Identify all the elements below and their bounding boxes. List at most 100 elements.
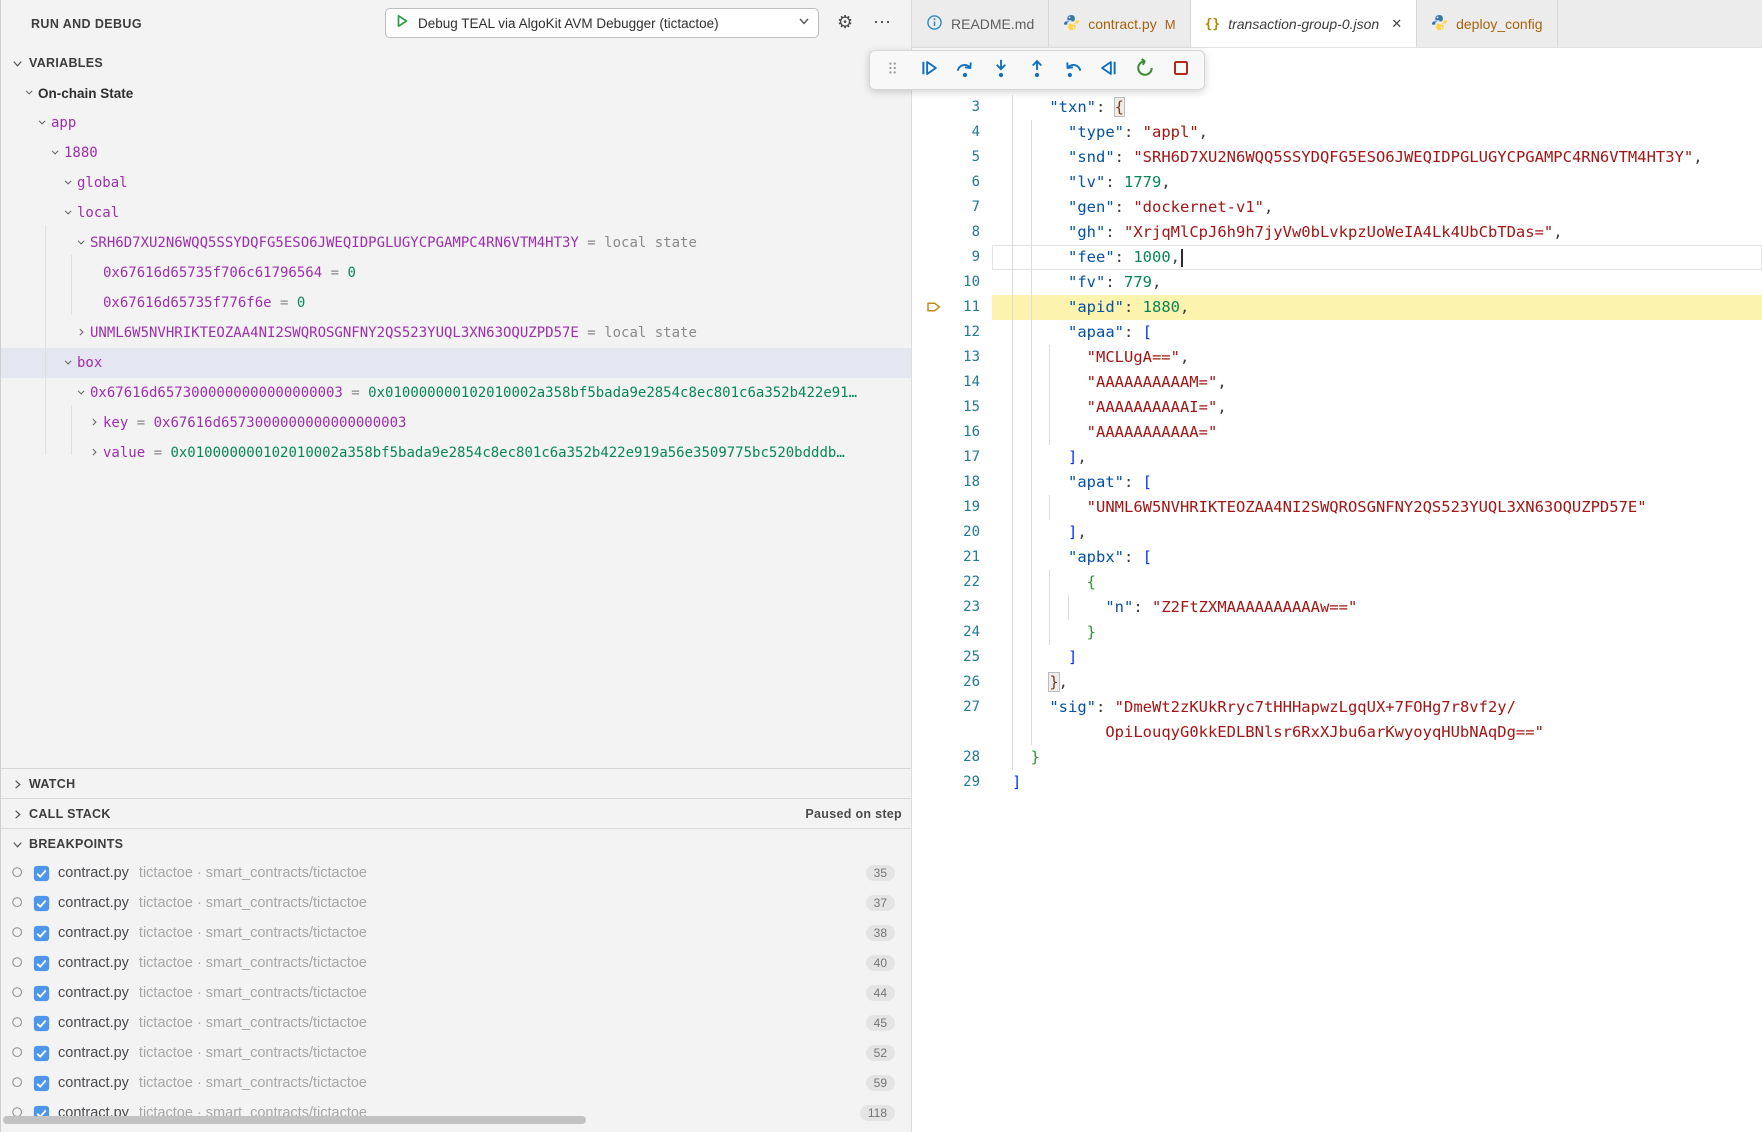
code-token: ] <box>1012 773 1021 791</box>
tree-row-0x67616d6573[interactable]: 0x67616d6573000000000000000003 = 0x01000… <box>1 378 911 408</box>
breakpoint-checkbox[interactable] <box>33 895 50 912</box>
code-line-content[interactable]: ], <box>992 445 1762 470</box>
code-line-content[interactable]: "gen": "dockernet-v1", <box>992 195 1762 220</box>
tree-row-value[interactable]: value = 0x010000000102010002a358bf5bada9… <box>1 438 911 468</box>
tree-row-0x67616d65735f776f6e[interactable]: 0x67616d65735f776f6e = 0 <box>1 288 911 318</box>
chevron-down-icon <box>9 55 25 71</box>
code-line-content[interactable]: "AAAAAAAAAAI=", <box>992 395 1762 420</box>
tree-row-box[interactable]: box <box>1 348 911 378</box>
code-token: : <box>1115 248 1134 266</box>
restart-button[interactable] <box>1134 56 1156 84</box>
tree-row-0x67616d6573[interactable]: 0x67616d65735f706c61796564 = 0 <box>1 258 911 288</box>
breakpoint-checkbox[interactable] <box>33 925 50 942</box>
tree-row-srh6d7xu2n6w[interactable]: SRH6D7XU2N6WQQ5SSYDQFG5ESO6JWEQIDPGLUGYC… <box>1 228 911 258</box>
code-line-content[interactable]: "MCLUgA==", <box>992 345 1762 370</box>
tab-contract-py[interactable]: contract.pyM <box>1049 0 1190 48</box>
breakpoint-checkbox[interactable] <box>33 955 50 972</box>
code-line-content[interactable]: "gh": "XrjqMlCpJ6h9h7jyVw0bLvkpzUoWeIA4L… <box>992 220 1762 245</box>
chevron-down-icon[interactable] <box>61 355 77 371</box>
code-line-content[interactable]: "apbx": [ <box>992 545 1762 570</box>
breakpoint-checkbox[interactable] <box>33 865 50 882</box>
breakpoints-pane-header[interactable]: BREAKPOINTS <box>1 828 911 859</box>
start-debug-icon[interactable] <box>394 13 410 34</box>
reverse-continue-button[interactable] <box>1098 56 1120 84</box>
code-line-content[interactable]: } <box>992 745 1762 770</box>
gear-icon[interactable]: ⚙ <box>837 0 853 48</box>
tree-row-1880[interactable]: 1880 <box>1 138 911 168</box>
code-line-content[interactable]: ] <box>992 645 1762 670</box>
breakpoint-row[interactable]: contract.pytictactoe · smart_contracts/t… <box>1 918 911 948</box>
code-line-content[interactable]: "txn": { <box>992 95 1762 120</box>
code-line-content[interactable]: "UNML6W5NVHRIKTEOZAA4NI2SWQROSGNFNY2QS52… <box>992 495 1762 520</box>
code-line-content[interactable]: ] <box>992 770 1762 795</box>
variables-pane-header[interactable]: VARIABLES <box>1 48 911 78</box>
tree-row-global[interactable]: global <box>1 168 911 198</box>
close-icon[interactable]: ✕ <box>1391 16 1402 32</box>
code-line-content[interactable]: "type": "appl", <box>992 120 1762 145</box>
tab-readme-md[interactable]: README.md <box>912 0 1049 48</box>
breakpoint-row[interactable]: contract.pytictactoe · smart_contracts/t… <box>1 978 911 1008</box>
code-line-content[interactable]: "snd": "SRH6D7XU2N6WQQ5SSYDQFG5ESO6JWEQI… <box>992 145 1762 170</box>
code-line-content[interactable]: "lv": 1779, <box>992 170 1762 195</box>
more-actions-icon[interactable]: ⋯ <box>873 0 891 48</box>
code-line-content[interactable]: "fv": 779, <box>992 270 1762 295</box>
code-line-content[interactable]: "AAAAAAAAAAA=" <box>992 420 1762 445</box>
breakpoint-file: contract.py <box>58 1045 129 1061</box>
chevron-down-icon[interactable] <box>48 145 64 161</box>
tree-row-on-chain-state[interactable]: On-chain State <box>1 78 911 108</box>
breakpoint-row[interactable]: contract.pytictactoe · smart_contracts/t… <box>1 858 911 888</box>
chevron-down-icon[interactable] <box>61 205 77 221</box>
chevron-down-icon[interactable] <box>22 85 38 101</box>
python-icon <box>1063 14 1080 34</box>
tab-deploy-config[interactable]: deploy_config <box>1417 0 1557 48</box>
tab-transaction-group-0-json[interactable]: {}transaction-group-0.json✕ <box>1191 0 1418 48</box>
stop-button[interactable] <box>1170 56 1192 84</box>
code-line-content[interactable]: { <box>992 570 1762 595</box>
chevron-right-icon[interactable] <box>87 445 103 461</box>
breakpoint-checkbox[interactable] <box>33 1075 50 1092</box>
toolbar-grip-handle[interactable] <box>882 56 904 84</box>
code-line-content[interactable]: }, <box>992 670 1762 695</box>
breakpoint-checkbox[interactable] <box>33 985 50 1002</box>
step-back-button[interactable] <box>1062 56 1084 84</box>
chevron-down-icon[interactable] <box>74 235 90 251</box>
chevron-right-icon[interactable] <box>87 415 103 431</box>
chevron-down-icon[interactable] <box>61 175 77 191</box>
breakpoint-row[interactable]: contract.pytictactoe · smart_contracts/t… <box>1 948 911 978</box>
code-line-content[interactable]: "sig": "DmeWt2zKUkRryc7tHHHapwzLgqUX+7FO… <box>992 695 1762 720</box>
breakpoint-checkbox[interactable] <box>33 1045 50 1062</box>
chevron-right-icon[interactable] <box>74 325 90 341</box>
code-line: 28 } <box>912 745 1762 770</box>
horizontal-scrollbar-thumb[interactable] <box>3 1116 586 1124</box>
debug-config-dropdown[interactable]: Debug TEAL via AlgoKit AVM Debugger (tic… <box>385 8 819 38</box>
code-line-content[interactable]: "AAAAAAAAAAM=", <box>992 370 1762 395</box>
code-token: } <box>1049 673 1058 691</box>
watch-pane-header[interactable]: WATCH <box>1 768 911 799</box>
breakpoint-row[interactable]: contract.pytictactoe · smart_contracts/t… <box>1 1038 911 1068</box>
tree-row-app[interactable]: app <box>1 108 911 138</box>
call-stack-pane-header[interactable]: CALL STACK Paused on step <box>1 798 911 829</box>
step-over-button[interactable] <box>954 56 976 84</box>
breakpoint-row[interactable]: contract.pytictactoe · smart_contracts/t… <box>1 888 911 918</box>
code-line-content[interactable]: } <box>992 620 1762 645</box>
step-out-button[interactable] <box>1026 56 1048 84</box>
tree-row-unml6w5nvhri[interactable]: UNML6W5NVHRIKTEOZAA4NI2SWQROSGNFNY2QS523… <box>1 318 911 348</box>
code-line-content[interactable]: OpiLouqyG0kkEDLBNlsr6RxXJbu6arKwyoyqHUbN… <box>992 720 1762 745</box>
tree-row-key[interactable]: key = 0x67616d6573000000000000000003 <box>1 408 911 438</box>
breakpoint-row[interactable]: contract.pytictactoe · smart_contracts/t… <box>1 1008 911 1038</box>
breakpoint-row[interactable]: contract.pytictactoe · smart_contracts/t… <box>1 1068 911 1098</box>
chevron-down-icon[interactable] <box>35 115 51 131</box>
code-line-content[interactable]: "fee": 1000, <box>992 245 1762 270</box>
code-line-content[interactable]: "apid": 1880, <box>992 295 1762 320</box>
chevron-down-icon[interactable] <box>74 385 90 401</box>
code-line-content[interactable]: "apaa": [ <box>992 320 1762 345</box>
code-line-content[interactable]: "apat": [ <box>992 470 1762 495</box>
variable-value: 0x010000000102010002a358bf5bada9e2854c8e… <box>368 385 857 401</box>
code-line-content[interactable]: "n": "Z2FtZXMAAAAAAAAAAw==" <box>992 595 1762 620</box>
step-into-button[interactable] <box>990 56 1012 84</box>
code-area[interactable]: 2 {3 "txn": {4 "type": "appl",5 "snd": "… <box>912 48 1762 795</box>
continue-button[interactable] <box>918 56 940 84</box>
breakpoint-checkbox[interactable] <box>33 1015 50 1032</box>
tree-row-local[interactable]: local <box>1 198 911 228</box>
code-line-content[interactable]: ], <box>992 520 1762 545</box>
